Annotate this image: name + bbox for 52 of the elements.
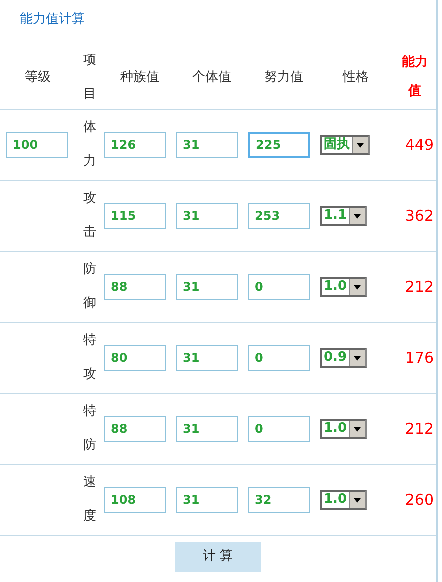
dropdown-caret-icon (352, 137, 368, 153)
column-header: 努力值 (264, 69, 304, 88)
base-stat-input[interactable]: 108 (104, 487, 166, 513)
ev-input[interactable]: 225 (248, 132, 310, 158)
nature-dropdown[interactable]: 1.1 (320, 206, 368, 226)
iv-input[interactable]: 31 (176, 132, 238, 158)
ev-input[interactable]: 0 (248, 416, 310, 442)
ev-input[interactable]: 0 (248, 274, 310, 300)
dropdown-caret-icon (349, 208, 366, 224)
stat-label: 特防 (84, 403, 96, 455)
column-header: 性格 (343, 69, 369, 88)
column-header: 能力值 (402, 54, 428, 101)
dropdown-caret-icon (349, 350, 366, 366)
base-stat-input[interactable]: 115 (104, 203, 166, 229)
dropdown-caret-icon (349, 421, 366, 437)
ev-input[interactable]: 32 (248, 487, 310, 513)
column-header: 项目 (84, 52, 96, 104)
level-input[interactable]: 100 (6, 132, 68, 158)
page-title: 能力值计算 (19, 11, 85, 29)
stat-result: 176 (405, 348, 435, 369)
nature-dropdown[interactable]: 0.9 (320, 348, 368, 368)
stat-result: 449 (405, 134, 435, 156)
base-stat-input[interactable]: 88 (104, 416, 166, 442)
dropdown-caret-icon (349, 492, 366, 508)
column-header: 种族值 (120, 69, 160, 88)
ev-input[interactable]: 253 (248, 203, 310, 229)
iv-input[interactable]: 31 (176, 203, 238, 229)
iv-input[interactable]: 31 (176, 487, 238, 513)
nature-dropdown[interactable]: 1.0 (320, 419, 368, 439)
stat-label: 攻击 (84, 190, 96, 242)
base-stat-input[interactable]: 88 (104, 274, 166, 300)
stat-result: 212 (405, 418, 435, 440)
column-header: 个体值 (192, 69, 232, 88)
nature-dropdown[interactable]: 1.0 (320, 277, 368, 297)
iv-input[interactable]: 31 (176, 345, 238, 371)
dropdown-caret-icon (349, 279, 366, 295)
iv-input[interactable]: 31 (176, 416, 238, 442)
stat-result: 362 (405, 206, 435, 227)
stat-result: 260 (405, 490, 435, 511)
iv-input[interactable]: 31 (176, 274, 238, 300)
stat-label: 特攻 (84, 332, 96, 384)
ev-input[interactable]: 0 (248, 345, 310, 371)
nature-dropdown[interactable]: 1.0 (320, 490, 368, 510)
calculate-button[interactable]: 计 算 (175, 542, 261, 572)
stat-result: 212 (405, 276, 435, 298)
stat-label: 防御 (84, 261, 96, 313)
base-stat-input[interactable]: 126 (104, 132, 166, 158)
base-stat-input[interactable]: 80 (104, 345, 166, 371)
column-header: 等级 (25, 69, 51, 88)
stat-label: 速度 (84, 474, 96, 526)
stat-label: 体力 (84, 119, 96, 171)
nature-dropdown[interactable]: 固执 (320, 135, 370, 155)
